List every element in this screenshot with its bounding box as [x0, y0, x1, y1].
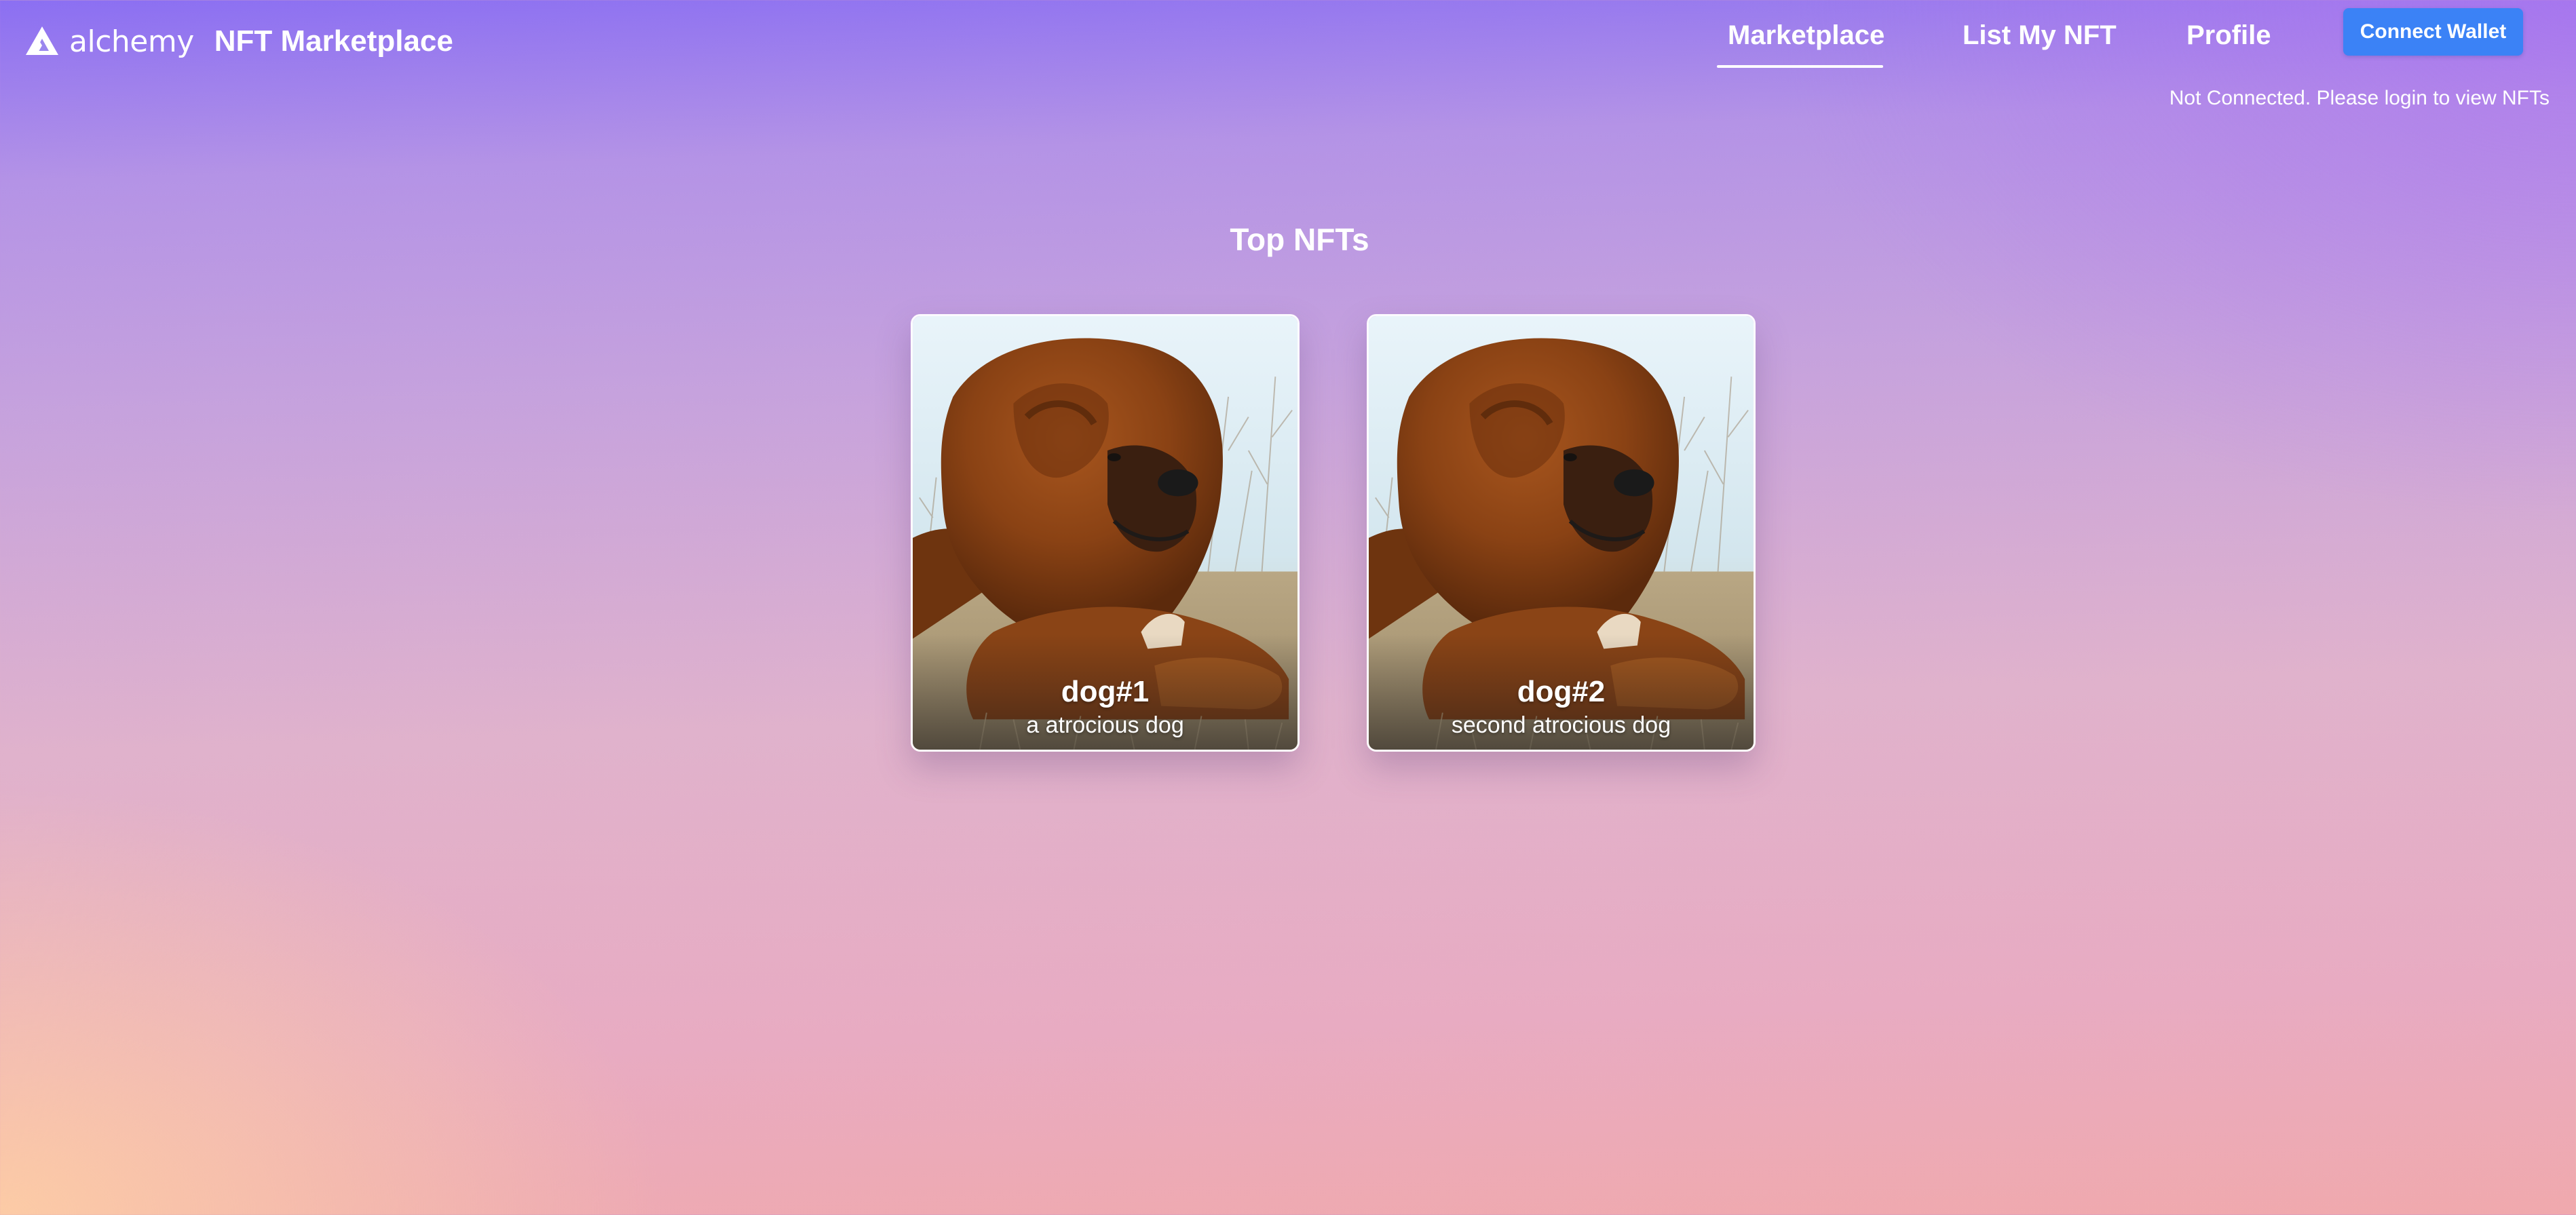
alchemy-logo-icon	[26, 26, 58, 55]
card-caption: dog#2 second atrocious dog	[1369, 674, 1754, 740]
navbar: alchemy NFT Marketplace Marketplace List…	[0, 0, 2576, 81]
nav-item-profile[interactable]: Profile	[2186, 20, 2271, 51]
card-caption: dog#1 a atrocious dog	[913, 674, 1298, 740]
nft-card[interactable]: dog#2 second atrocious dog	[1367, 314, 1756, 752]
connection-status-text: Not Connected. Please login to view NFTs	[2169, 87, 2550, 109]
nav-item-list-my-nft[interactable]: List My NFT	[1963, 20, 2117, 51]
brand-wordmark: alchemy	[69, 24, 194, 59]
section-title: Top NFTs	[1230, 222, 1369, 257]
brand-title: NFT Marketplace	[214, 24, 453, 58]
nav-item-marketplace[interactable]: Marketplace	[1728, 20, 1884, 51]
connect-wallet-button[interactable]: Connect Wallet	[2343, 8, 2523, 56]
nft-card[interactable]: dog#1 a atrocious dog	[911, 314, 1300, 752]
nft-name: dog#2	[1517, 675, 1606, 708]
nft-description: second atrocious dog	[1451, 712, 1671, 738]
brand-logo-link[interactable]: alchemy NFT Marketplace	[24, 18, 453, 65]
nft-name: dog#1	[1061, 675, 1150, 708]
active-nav-indicator	[1717, 65, 1883, 68]
nft-description: a atrocious dog	[1026, 712, 1184, 738]
